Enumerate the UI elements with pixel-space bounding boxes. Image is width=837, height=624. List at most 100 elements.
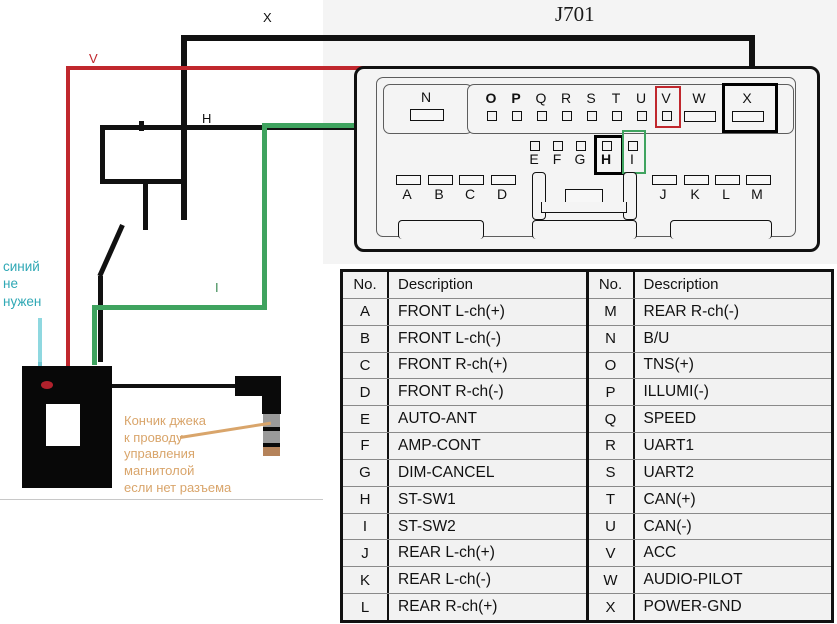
connector-j701: N O P Q R S T U V W X E F G H I A B C D … <box>340 47 830 257</box>
pin-square-s <box>587 111 597 121</box>
pin-label-t: T <box>611 90 621 106</box>
pin-label-s: S <box>586 90 596 106</box>
pin-slot-n <box>410 109 444 121</box>
pin-label-n: N <box>420 89 432 105</box>
pin-label-d: D <box>496 186 508 202</box>
header-no-right: No. <box>589 272 635 298</box>
cell-description: ILLUMI(-) <box>643 383 709 401</box>
wire-x-black-vertical-left <box>181 35 187 135</box>
pin-label-k: K <box>690 186 700 202</box>
cell-description: FRONT L-ch(+) <box>398 302 505 320</box>
pin-square-p <box>512 111 522 121</box>
diagram-title: J701 <box>555 2 595 26</box>
pin-highlight-i <box>622 130 646 174</box>
cell-no: P <box>589 379 635 406</box>
table-row: R UART1 <box>588 433 831 460</box>
pin-square-g <box>576 141 586 151</box>
wire-blue-unused <box>38 318 42 368</box>
jack-contact-band-2 <box>263 431 280 443</box>
header-no-left: No. <box>343 272 389 298</box>
pin-assignment-table: No. Description A FRONT L-ch(+) B FRONT … <box>340 269 834 623</box>
cell-description: CAN(-) <box>643 517 692 535</box>
connector-keyway-right <box>670 220 772 239</box>
pin-table-left-column: No. Description A FRONT L-ch(+) B FRONT … <box>343 272 589 620</box>
cell-no: S <box>589 459 635 486</box>
pin-label-r: R <box>560 90 572 106</box>
wire-i-green-device-vertical <box>92 305 97 365</box>
pin-square-f <box>553 141 563 151</box>
wire-black-stub-junction <box>139 121 144 131</box>
annotation-orange-line-3: управления <box>124 446 195 462</box>
annotation-orange-jack-note: Кончик джека к проводу управления магнит… <box>124 413 231 496</box>
table-row: X POWER-GND <box>589 594 832 620</box>
module-to-jack-lead <box>112 384 235 388</box>
pin-square-u <box>637 111 647 121</box>
pin-slot-a <box>396 175 421 185</box>
cell-no: D <box>343 379 389 406</box>
cell-description: POWER-GND <box>643 598 742 616</box>
table-row: J REAR L-ch(+) <box>343 540 586 568</box>
cell-no: T <box>589 486 635 513</box>
cell-no: J <box>343 540 389 567</box>
pin-label-q: Q <box>535 90 547 106</box>
cell-description: FRONT R-ch(-) <box>398 383 504 401</box>
module-display-window <box>46 404 80 446</box>
table-row: F AMP-CONT <box>343 433 586 460</box>
cell-description: SPEED <box>643 410 697 428</box>
table-row: P ILLUMI(-) <box>588 379 831 407</box>
annotation-orange-line-5: если нет разъема <box>124 479 232 495</box>
cell-description: REAR L-ch(+) <box>398 544 495 562</box>
cell-no: A <box>343 298 389 325</box>
annotation-blue-line-3: нужен <box>3 293 42 309</box>
wire-v-red-left-vertical <box>66 66 70 366</box>
wire-x-black-top-horizontal <box>181 35 755 41</box>
cell-description: AUDIO-PILOT <box>643 571 743 589</box>
jack-plug-neck <box>262 376 281 414</box>
cell-no: O <box>589 352 635 379</box>
cell-description: UART2 <box>643 463 695 481</box>
pin-slot-d <box>491 175 516 185</box>
table-header-row-left: No. Description <box>343 272 586 299</box>
annotation-blue-line-2: не <box>3 276 18 292</box>
table-row: V ACC <box>588 540 831 568</box>
wire-label-i: I <box>215 280 219 295</box>
pin-label-j: J <box>659 186 667 202</box>
table-row: M REAR R-ch(-) <box>588 298 831 326</box>
header-description-left: Description <box>398 276 474 294</box>
pin-slot-k <box>684 175 709 185</box>
table-row: A FRONT L-ch(+) <box>343 298 586 326</box>
pin-label-o: O <box>485 90 497 106</box>
cell-no: U <box>589 513 635 540</box>
pin-highlight-x <box>722 83 778 133</box>
pin-slot-j <box>652 175 677 185</box>
table-header-row-right: No. Description <box>588 272 831 299</box>
table-row: G DIM-CANCEL <box>343 459 586 487</box>
pin-label-u: U <box>635 90 647 106</box>
table-row: K REAR L-ch(-) <box>343 567 586 595</box>
pin-square-q <box>537 111 547 121</box>
pin-slot-w <box>684 111 716 122</box>
pin-label-w: W <box>692 90 706 106</box>
cell-no: B <box>343 325 389 352</box>
table-row: W AUDIO-PILOT <box>588 567 831 595</box>
pin-table-right-column: No. Description M REAR R-ch(-) N B/U O T… <box>588 272 832 620</box>
cell-no: F <box>343 433 389 459</box>
jack-tip <box>263 447 280 456</box>
pin-square-t <box>612 111 622 121</box>
cell-description: B/U <box>643 329 670 347</box>
table-row: H ST-SW1 <box>343 486 586 514</box>
pin-square-o <box>487 111 497 121</box>
pin-slot-l <box>715 175 740 185</box>
connector-latch-bar <box>541 202 627 213</box>
pin-label-e: E <box>529 151 539 167</box>
wire-h-black-device-vertical <box>98 276 103 362</box>
wire-i-green-left-vertical <box>262 123 267 310</box>
pin-highlight-h <box>594 135 624 175</box>
left-area-divider <box>0 499 323 500</box>
wire-h-black-junction-left <box>100 125 105 183</box>
table-row: D FRONT R-ch(-) <box>343 379 586 407</box>
table-row: E AUTO-ANT <box>343 406 586 434</box>
cell-description: REAR L-ch(-) <box>398 571 492 589</box>
wire-label-v: V <box>89 51 98 66</box>
pin-label-m: M <box>751 186 763 202</box>
